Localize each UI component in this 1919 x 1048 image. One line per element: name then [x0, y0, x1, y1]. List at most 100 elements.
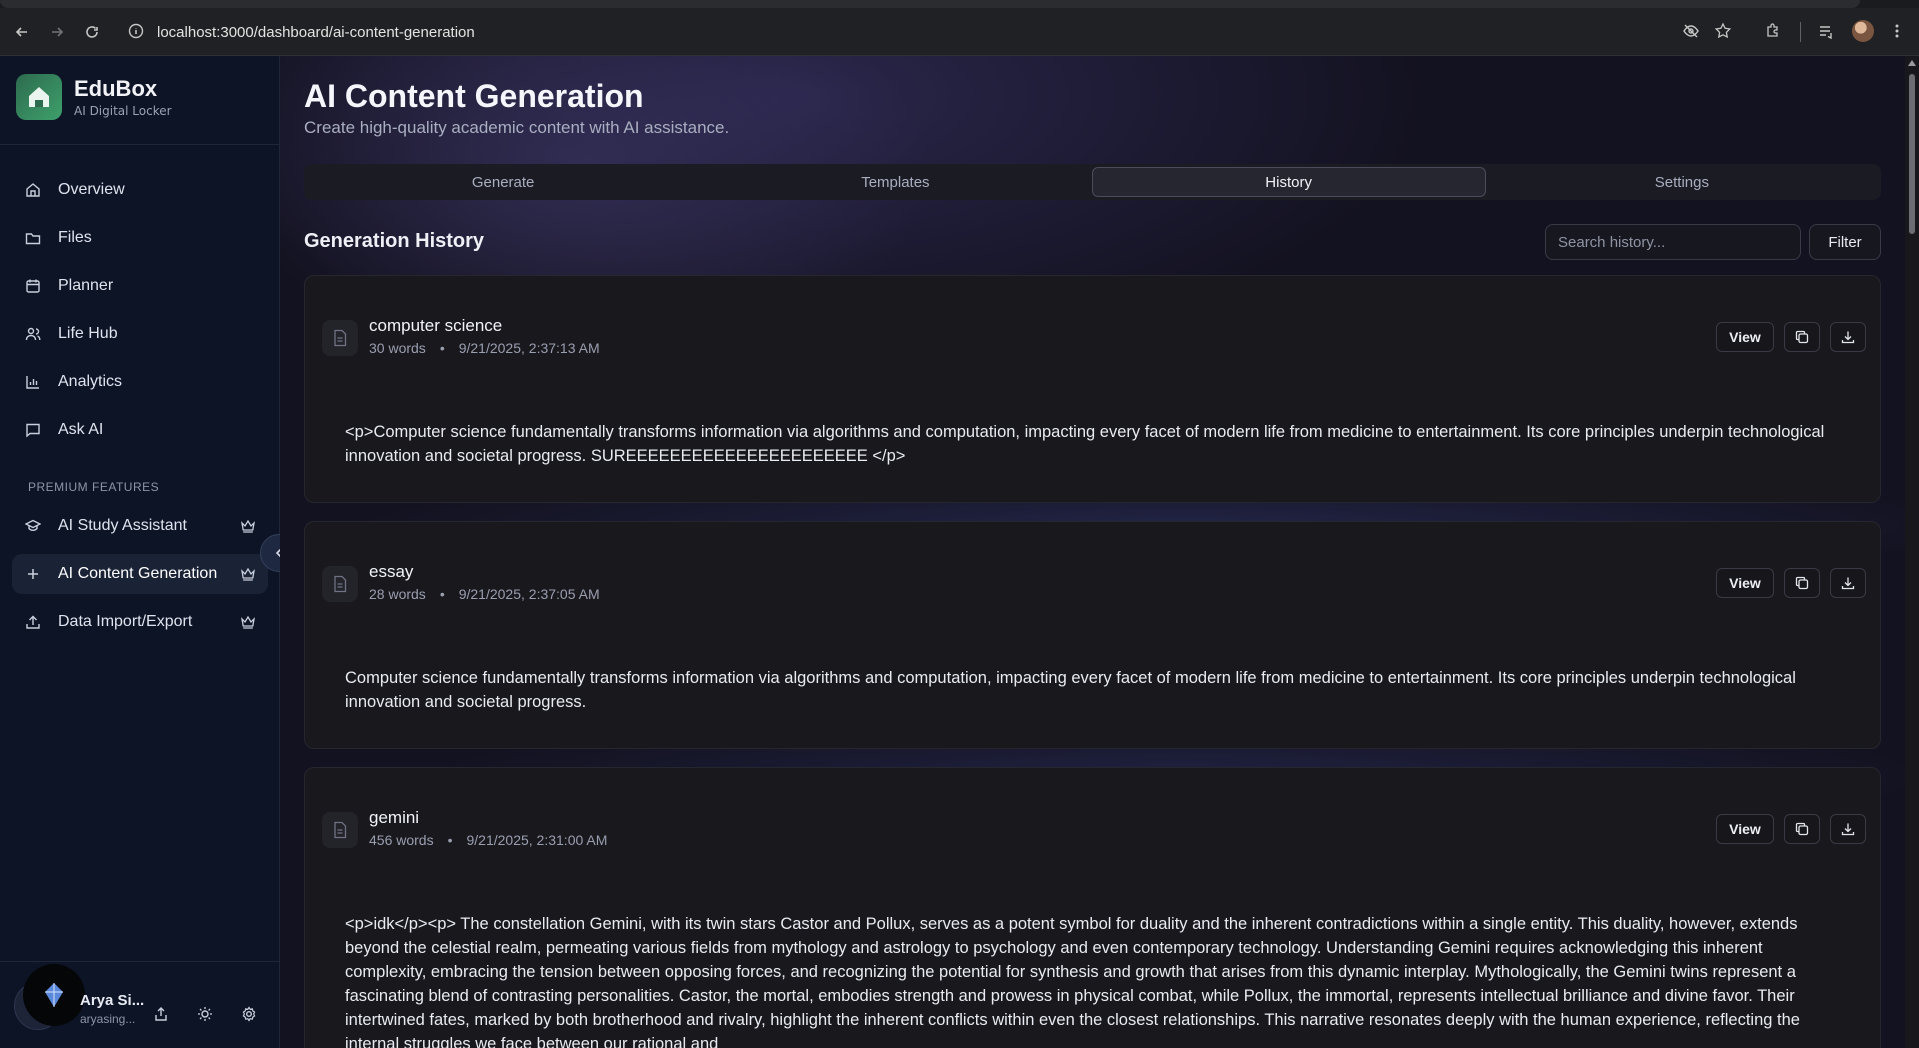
view-button[interactable]: View	[1716, 568, 1774, 598]
kite-assistant-button[interactable]	[23, 964, 85, 1026]
meta-separator: •	[439, 340, 445, 356]
active-browser-tab[interactable]	[0, 0, 1860, 8]
timestamp: 9/21/2025, 2:31:00 AM	[466, 832, 608, 848]
sidebar-item-planner[interactable]: Planner	[12, 266, 268, 306]
document-icon	[322, 566, 358, 602]
tab-generate[interactable]: Generate	[307, 167, 699, 197]
theme-sun-icon[interactable]	[195, 1004, 215, 1024]
view-button[interactable]: View	[1716, 322, 1774, 352]
url-text: localhost:3000/dashboard/ai-content-gene…	[157, 23, 475, 41]
document-icon	[322, 320, 358, 356]
browser-profile-avatar[interactable]	[1852, 20, 1874, 42]
card-meta: 28 words • 9/21/2025, 2:37:05 AM	[369, 586, 600, 602]
crown-icon	[240, 566, 256, 582]
timestamp: 9/21/2025, 2:37:05 AM	[458, 586, 600, 602]
word-count: 30 words	[369, 340, 426, 356]
graduation-cap-icon	[24, 517, 42, 535]
settings-gear-icon[interactable]	[239, 1004, 259, 1024]
sidebar-item-analytics[interactable]: Analytics	[12, 362, 268, 402]
history-card: gemini 456 words • 9/21/2025, 2:31:00 AM…	[304, 767, 1881, 1048]
meta-separator: •	[439, 586, 445, 602]
card-actions: View	[1716, 814, 1866, 844]
sidebar-item-label: Files	[58, 229, 92, 246]
word-count: 456 words	[369, 832, 434, 848]
app-root: EduBox AI Digital Locker Overview Files …	[0, 56, 1919, 1048]
eye-off-icon[interactable]	[1680, 20, 1702, 42]
download-button[interactable]	[1830, 322, 1866, 352]
sidebar-divider	[0, 144, 280, 145]
users-icon	[24, 325, 42, 343]
view-button[interactable]: View	[1716, 814, 1774, 844]
content-tabs: Generate Templates History Settings	[304, 164, 1881, 200]
sidebar-item-ai-study-assistant[interactable]: AI Study Assistant	[12, 506, 268, 546]
reload-icon[interactable]	[80, 20, 104, 44]
history-title: Generation History	[304, 230, 485, 252]
kebab-menu-icon[interactable]	[1886, 20, 1908, 42]
home-icon	[24, 181, 42, 199]
page-subtitle: Create high-quality academic content wit…	[304, 118, 730, 137]
card-content: Computer science fundamentally transform…	[345, 669, 1796, 711]
extensions-puzzle-icon[interactable]	[1762, 20, 1784, 42]
crown-icon	[240, 614, 256, 630]
card-title: essay	[369, 562, 414, 581]
scroll-up-arrow-icon[interactable]	[1908, 60, 1916, 66]
copy-icon	[1795, 822, 1809, 836]
sidebar-item-overview[interactable]: Overview	[12, 170, 268, 210]
sidebar-item-label: Planner	[58, 277, 114, 294]
back-arrow-icon[interactable]	[10, 20, 34, 44]
tab-settings[interactable]: Settings	[1486, 167, 1878, 197]
user-panel: Arya Si... aryasing...	[0, 961, 280, 1048]
document-icon	[322, 812, 358, 848]
copy-icon	[1795, 576, 1809, 590]
share-export-icon[interactable]	[151, 1004, 171, 1024]
brand[interactable]: EduBox AI Digital Locker	[16, 74, 172, 120]
download-icon	[1841, 822, 1855, 836]
upload-icon	[24, 613, 42, 631]
scrollbar-thumb[interactable]	[1909, 74, 1915, 234]
copy-button[interactable]	[1784, 568, 1820, 598]
tab-history[interactable]: History	[1091, 167, 1486, 197]
word-count: 28 words	[369, 586, 426, 602]
sidebar-item-files[interactable]: Files	[12, 218, 268, 258]
sidebar-item-data-import-export[interactable]: Data Import/Export	[12, 602, 268, 642]
premium-nav: AI Study Assistant AI Content Generation…	[12, 506, 268, 650]
download-button[interactable]	[1830, 814, 1866, 844]
card-title: computer science	[369, 316, 503, 335]
kite-icon	[39, 980, 69, 1010]
tab-templates[interactable]: Templates	[699, 167, 1091, 197]
browser-toolbar: localhost:3000/dashboard/ai-content-gene…	[0, 0, 1919, 56]
user-email: aryasing...	[80, 1012, 136, 1026]
copy-button[interactable]	[1784, 814, 1820, 844]
download-button[interactable]	[1830, 568, 1866, 598]
search-history-input[interactable]	[1545, 224, 1801, 260]
download-icon	[1841, 330, 1855, 344]
sidebar-item-label: Analytics	[58, 373, 123, 390]
calendar-icon	[24, 277, 42, 295]
copy-icon	[1795, 330, 1809, 344]
sidebar-item-label: Data Import/Export	[58, 613, 193, 630]
folder-icon	[24, 229, 42, 247]
card-meta: 30 words • 9/21/2025, 2:37:13 AM	[369, 340, 600, 356]
sidebar-item-ask-ai[interactable]: Ask AI	[12, 410, 268, 450]
card-actions: View	[1716, 322, 1866, 352]
site-info-icon[interactable]	[128, 23, 144, 39]
crown-icon	[240, 518, 256, 534]
sidebar-item-label: Ask AI	[58, 421, 104, 438]
plus-icon	[24, 565, 42, 583]
page-scrollbar[interactable]	[1905, 56, 1919, 1048]
copy-button[interactable]	[1784, 322, 1820, 352]
card-content: <p>Computer science fundamentally transf…	[345, 423, 1825, 465]
bar-chart-icon	[24, 373, 42, 391]
media-queue-icon[interactable]	[1815, 20, 1837, 42]
timestamp: 9/21/2025, 2:37:13 AM	[458, 340, 600, 356]
brand-subtitle: AI Digital Locker	[74, 104, 172, 118]
star-bookmark-icon[interactable]	[1712, 20, 1734, 42]
sidebar-item-life-hub[interactable]: Life Hub	[12, 314, 268, 354]
toolbar-divider	[1800, 22, 1801, 42]
sidebar-item-ai-content-generation[interactable]: AI Content Generation	[12, 554, 268, 594]
address-bar[interactable]: localhost:3000/dashboard/ai-content-gene…	[120, 14, 1680, 50]
filter-button[interactable]: Filter	[1809, 224, 1881, 260]
history-card: essay 28 words • 9/21/2025, 2:37:05 AM V…	[304, 521, 1881, 749]
forward-arrow-icon[interactable]	[45, 20, 69, 44]
main-nav: Overview Files Planner Life Hub Analytic…	[12, 170, 268, 458]
